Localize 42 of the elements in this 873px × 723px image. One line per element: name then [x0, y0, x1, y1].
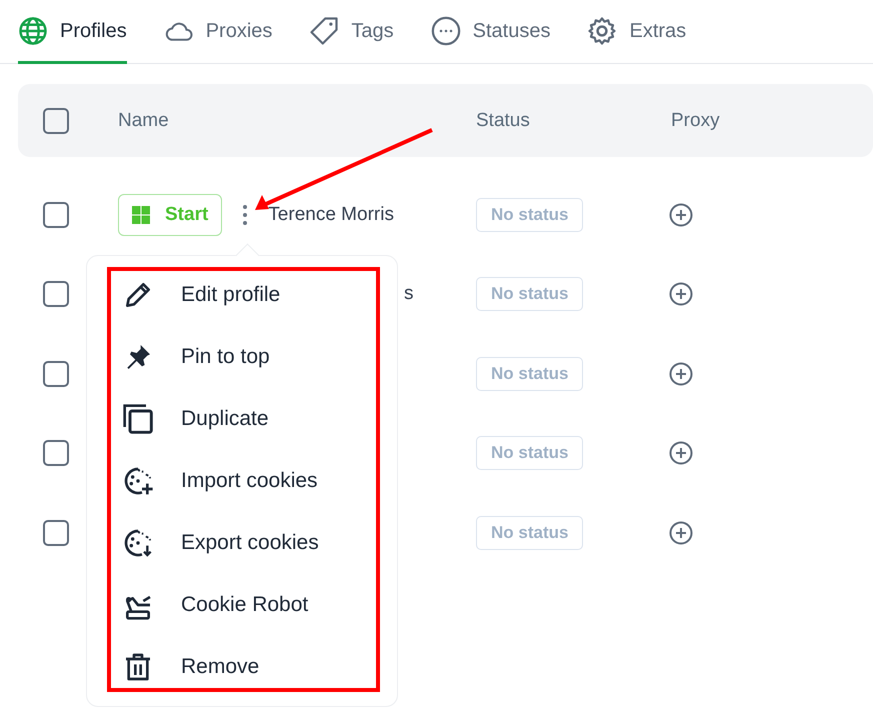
tab[interactable]: Statuses: [430, 0, 550, 64]
menu-item[interactable]: Remove: [87, 636, 397, 698]
add-proxy-icon[interactable]: [669, 282, 693, 306]
select-all-checkbox[interactable]: [43, 108, 69, 134]
menu-item[interactable]: Cookie Robot: [87, 574, 397, 636]
row-checkbox[interactable]: [43, 520, 69, 546]
column-header: Proxy: [671, 110, 720, 132]
menu-item[interactable]: Export cookies: [87, 512, 397, 574]
menu-item[interactable]: Import cookies: [87, 450, 397, 512]
menu-item[interactable]: Edit profile: [87, 264, 397, 326]
tab-label: Tags: [351, 20, 394, 42]
tab[interactable]: Tags: [309, 0, 394, 64]
row-checkbox[interactable]: [43, 360, 69, 387]
add-proxy-icon[interactable]: [669, 202, 693, 227]
tab[interactable]: Profiles: [18, 0, 127, 64]
more-icon[interactable]: [242, 204, 248, 226]
tag-icon: [309, 16, 340, 46]
column-header: Name: [118, 110, 169, 132]
menu-item[interactable]: Duplicate: [87, 388, 397, 450]
add-proxy-icon[interactable]: [669, 362, 693, 386]
cookie-download-icon: [122, 527, 154, 559]
profile-name: Terence Morris: [268, 204, 394, 226]
menu-item[interactable]: Pin to top: [87, 326, 397, 388]
row-checkbox[interactable]: [43, 281, 69, 308]
globe-icon: [18, 16, 48, 46]
tab-label: Proxies: [206, 20, 272, 42]
more-icon: [430, 16, 461, 46]
profile-name: s: [404, 283, 414, 306]
tab[interactable]: Extras: [587, 0, 686, 64]
add-proxy-icon[interactable]: [669, 441, 693, 466]
tab[interactable]: Proxies: [164, 0, 272, 64]
cookie-plus-icon: [122, 465, 154, 497]
row-checkbox[interactable]: [43, 440, 69, 466]
row-checkbox[interactable]: [43, 202, 69, 228]
tab-label: Extras: [629, 20, 686, 42]
windows-icon: [131, 204, 151, 225]
add-proxy-icon[interactable]: [669, 520, 693, 545]
tab-label: Statuses: [472, 20, 550, 42]
column-header: Status: [476, 110, 530, 132]
tab-label: Profiles: [60, 20, 127, 42]
settings-icon: [587, 16, 618, 46]
copy-icon: [122, 403, 154, 435]
